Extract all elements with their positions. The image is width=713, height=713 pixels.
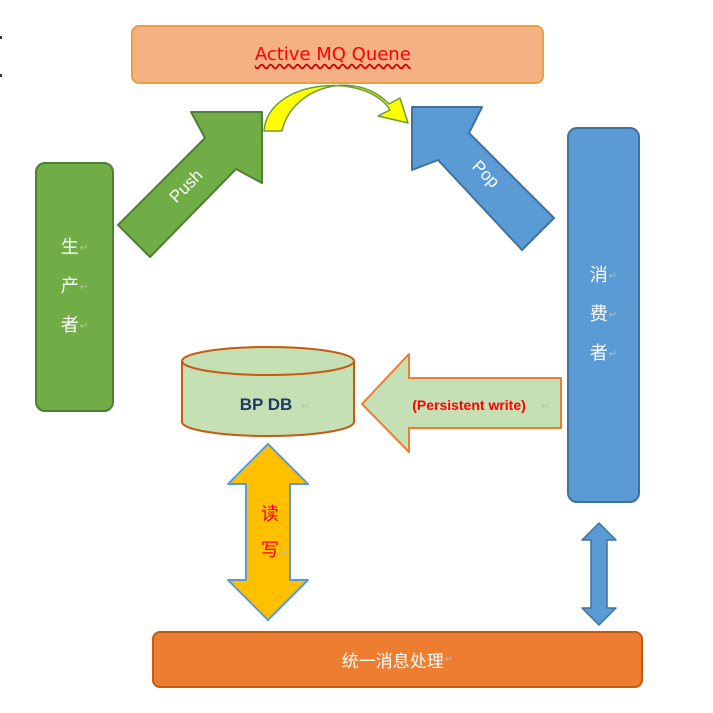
consumer-char: 费↵	[589, 303, 618, 325]
paragraph-mark: ↵	[79, 281, 89, 293]
paragraph-mark: ↵	[608, 309, 618, 321]
consumer-bottom-arrow	[581, 522, 617, 626]
paragraph-mark: ↵	[79, 242, 89, 254]
paragraph-mark: ↵	[541, 401, 549, 412]
paragraph-mark: ↵	[608, 270, 618, 282]
producer-char: 者↵	[60, 314, 89, 336]
paragraph-mark: ↵	[444, 654, 454, 665]
producer-box: 生↵ 产↵ 者↵	[35, 162, 114, 412]
db-label: BP DB	[240, 395, 293, 414]
consumer-char: 者↵	[589, 342, 618, 364]
paragraph-mark: ↵	[281, 548, 289, 559]
curved-transfer-arrow	[263, 84, 409, 132]
read-write-arrow	[227, 443, 309, 621]
read-write-char-2: 写	[261, 540, 279, 561]
producer-char: 生↵	[60, 236, 89, 258]
consumer-char: 消↵	[589, 264, 618, 286]
paragraph-mark: ↵	[608, 348, 618, 360]
unified-processing-label: 统一消息处理	[341, 652, 444, 672]
bp-db-cylinder	[181, 346, 355, 437]
producer-char: 产↵	[60, 275, 89, 297]
read-write-char-1: 读	[261, 504, 279, 525]
unified-processing-box: 统一消息处理 ↵	[152, 631, 643, 688]
consumer-box: 消↵ 费↵ 者↵	[567, 127, 640, 503]
paragraph-mark: ↵	[79, 320, 89, 332]
paragraph-mark: ↵	[301, 401, 309, 412]
persistent-write-label: (Persistent write)	[412, 397, 526, 413]
